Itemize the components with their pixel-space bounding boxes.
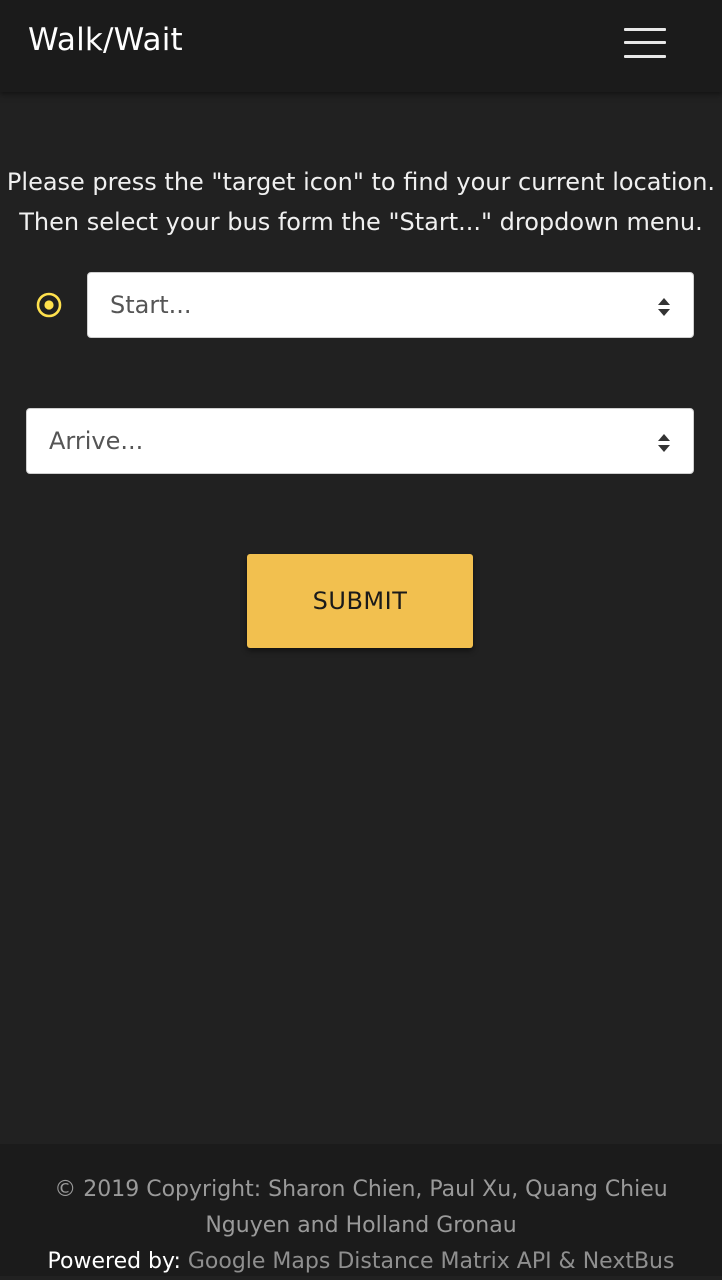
hamburger-menu-icon[interactable] bbox=[616, 20, 674, 66]
arrive-select-value: Arrive... bbox=[49, 427, 144, 455]
instructions: Please press the "target icon" to find y… bbox=[0, 162, 722, 242]
select-arrows-icon bbox=[657, 431, 671, 452]
instructions-line-2: Then select your bus form the "Start..."… bbox=[19, 208, 703, 236]
powered-by-links[interactable]: Google Maps Distance Matrix API & NextBu… bbox=[188, 1249, 675, 1274]
footer-powered-by: Powered by: Google Maps Distance Matrix … bbox=[0, 1244, 722, 1280]
footer-copyright: © 2019 Copyright: Sharon Chien, Paul Xu,… bbox=[54, 1177, 668, 1238]
footer: © 2019 Copyright: Sharon Chien, Paul Xu,… bbox=[0, 1144, 722, 1276]
navbar: Walk/Wait bbox=[0, 0, 722, 92]
start-select[interactable]: Start... bbox=[87, 272, 694, 338]
brand-title[interactable]: Walk/Wait bbox=[28, 22, 183, 58]
instructions-line-1: Please press the "target icon" to find y… bbox=[6, 168, 716, 196]
submit-button[interactable]: SUBMIT bbox=[247, 554, 473, 648]
target-icon[interactable] bbox=[35, 291, 63, 319]
start-select-value: Start... bbox=[110, 291, 192, 319]
powered-by-label: Powered by: bbox=[47, 1249, 181, 1274]
arrive-select[interactable]: Arrive... bbox=[26, 408, 694, 474]
select-arrows-icon bbox=[657, 295, 671, 316]
